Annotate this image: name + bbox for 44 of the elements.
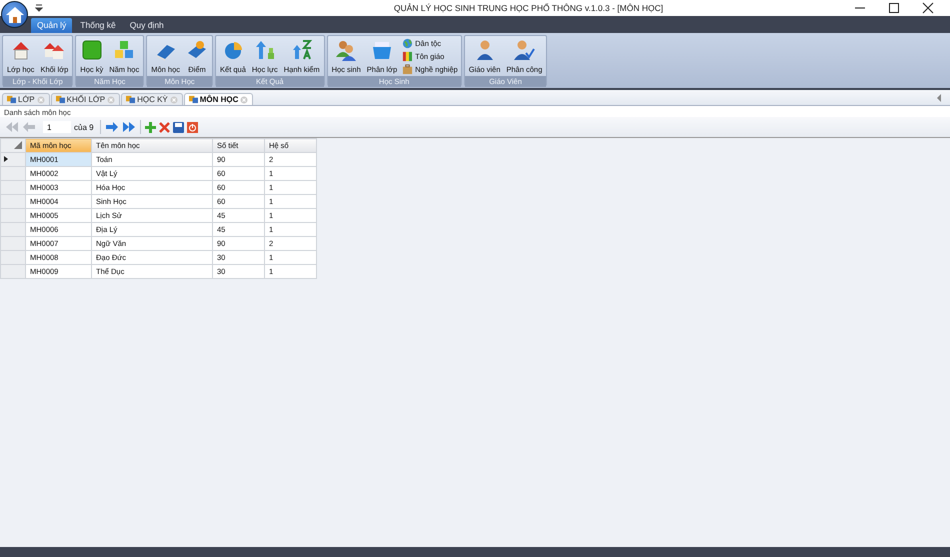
next-icon[interactable] — [104, 122, 119, 132]
ribbon-tab[interactable]: Quản lý — [31, 18, 72, 33]
person-check-icon — [513, 39, 536, 61]
add-icon[interactable] — [144, 122, 156, 132]
document-tab[interactable]: HỌC KỲ — [121, 93, 183, 105]
document-tab[interactable]: LỚP — [2, 93, 50, 105]
window-title: QUẢN LÝ HỌC SINH TRUNG HỌC PHỔ THÔNG v.1.0.3 - [MÔN HỌC] — [392, 3, 664, 13]
book-star-icon — [186, 39, 208, 61]
ribbon-tab[interactable]: Thống kê — [74, 18, 122, 33]
document-tab[interactable]: MÔN HỌC — [184, 93, 254, 105]
form-icon — [56, 95, 65, 104]
cubes-icon — [113, 39, 136, 61]
record-count: của 9 — [74, 122, 94, 132]
ribbon-tab[interactable]: Quy định — [124, 18, 170, 33]
sort-icon — [290, 39, 313, 61]
tab-label: MÔN HỌC — [200, 95, 238, 104]
briefcase-icon — [402, 64, 414, 75]
maximize-icon[interactable] — [888, 2, 900, 14]
save-icon[interactable] — [172, 122, 184, 132]
row-header[interactable] — [0, 152, 26, 166]
last-icon[interactable] — [122, 122, 136, 132]
tile-icon — [80, 39, 103, 61]
position-field[interactable]: 1 — [43, 121, 71, 133]
close-icon[interactable] — [922, 2, 934, 14]
tab-label: LỚP — [18, 95, 35, 104]
globe-icon — [402, 38, 414, 49]
quick-access-icon[interactable] — [35, 4, 43, 12]
people-icon — [335, 39, 358, 61]
form-icon — [7, 95, 16, 104]
tab-label: HỌC KỲ — [137, 95, 168, 104]
document-tab[interactable]: KHỐI LỚP — [50, 93, 120, 105]
current-row-icon — [4, 156, 8, 162]
app-menu-button[interactable] — [1, 1, 28, 28]
home-icon — [4, 4, 26, 24]
form-icon — [188, 95, 198, 104]
flag-icon — [402, 51, 414, 62]
scroll-left-icon[interactable] — [936, 94, 942, 102]
select-all-icon[interactable] — [14, 140, 22, 148]
delete-icon[interactable] — [158, 122, 170, 132]
box-icon — [370, 39, 393, 61]
tab-label: KHỐI LỚP — [66, 95, 106, 104]
arrow-bars-icon — [254, 39, 276, 61]
form-icon — [126, 95, 136, 104]
power-icon[interactable] — [186, 122, 198, 132]
